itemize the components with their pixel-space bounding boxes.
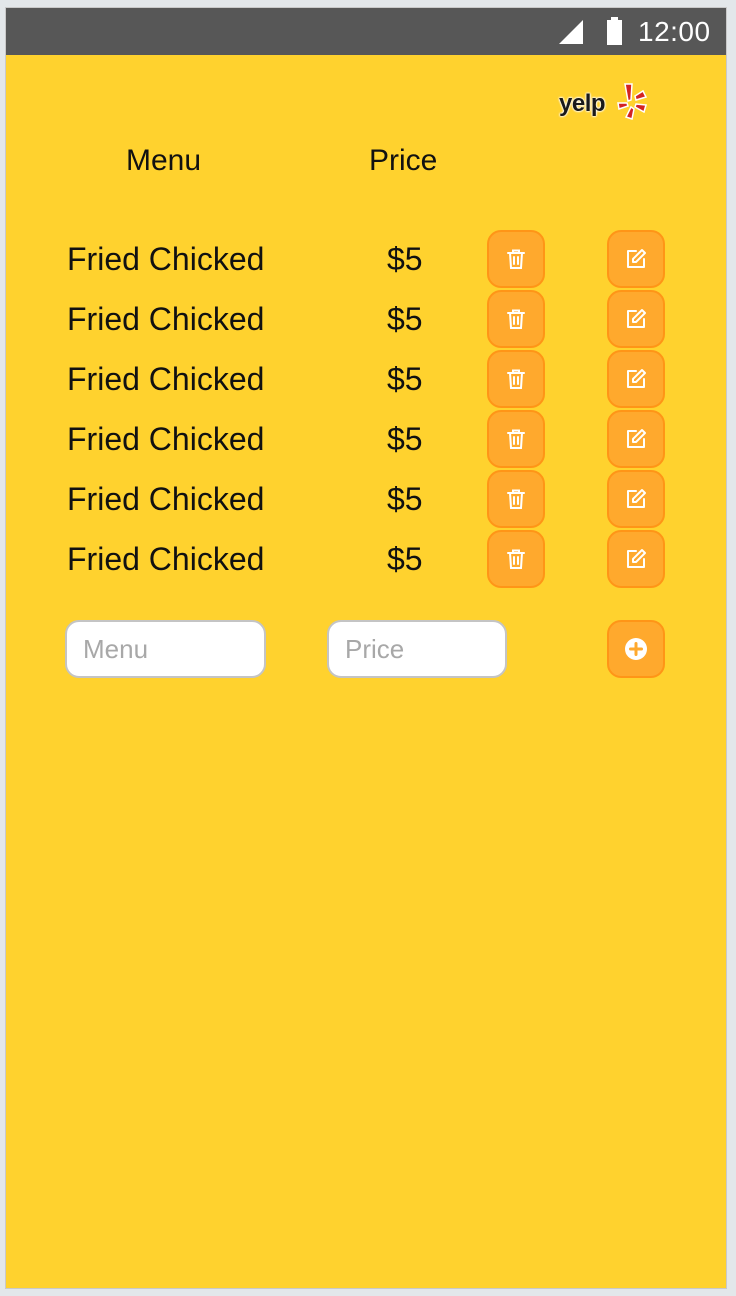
menu-name-input[interactable] <box>65 620 266 678</box>
menu-item-price: $5 <box>387 421 423 457</box>
status-bar: 12:00 <box>6 8 726 55</box>
trash-icon <box>507 249 525 269</box>
edit-icon <box>627 309 646 328</box>
edit-icon <box>627 429 646 448</box>
trash-icon <box>507 369 525 389</box>
table-row: Fried Chicked $5 <box>6 529 726 589</box>
add-item-button[interactable] <box>607 620 665 678</box>
menu-column-header: Menu <box>126 144 202 177</box>
edit-button[interactable] <box>607 410 665 468</box>
edit-button[interactable] <box>607 530 665 588</box>
yelp-burst-icon <box>617 83 648 120</box>
delete-button[interactable] <box>487 290 545 348</box>
trash-icon <box>507 429 525 449</box>
table-row: Fried Chicked $5 <box>6 349 726 409</box>
app-screen: 12:00 yelp Menu Price Fried Chicked $5 F… <box>5 7 727 1289</box>
menu-item-name: Fried Chicked <box>67 541 265 577</box>
trash-icon <box>507 489 525 509</box>
menu-item-price: $5 <box>387 301 423 337</box>
table-row: Fried Chicked $5 <box>6 469 726 529</box>
edit-button[interactable] <box>607 230 665 288</box>
table-row: Fried Chicked $5 <box>6 229 726 289</box>
logo-text: yelp <box>559 90 606 117</box>
edit-icon <box>627 549 646 568</box>
edit-icon <box>627 489 646 508</box>
menu-item-name: Fried Chicked <box>67 481 265 517</box>
status-time: 12:00 <box>638 16 711 47</box>
edit-icon <box>627 249 646 268</box>
edit-button[interactable] <box>607 350 665 408</box>
edit-button[interactable] <box>607 470 665 528</box>
trash-icon <box>507 309 525 329</box>
trash-icon <box>507 549 525 569</box>
menu-item-price: $5 <box>387 541 423 577</box>
plus-circle-icon <box>625 638 647 660</box>
menu-item-price: $5 <box>387 241 423 277</box>
signal-icon <box>559 20 583 44</box>
menu-item-name: Fried Chicked <box>67 361 265 397</box>
delete-button[interactable] <box>487 530 545 588</box>
menu-item-name: Fried Chicked <box>67 241 265 277</box>
delete-button[interactable] <box>487 230 545 288</box>
delete-button[interactable] <box>487 350 545 408</box>
menu-item-name: Fried Chicked <box>67 421 265 457</box>
battery-icon <box>607 17 622 45</box>
edit-button[interactable] <box>607 290 665 348</box>
menu-item-name: Fried Chicked <box>67 301 265 337</box>
menu-item-price: $5 <box>387 361 423 397</box>
menu-item-price: $5 <box>387 481 423 517</box>
table-row: Fried Chicked $5 <box>6 289 726 349</box>
edit-icon <box>627 369 646 388</box>
price-column-header: Price <box>369 144 438 177</box>
price-input[interactable] <box>327 620 507 678</box>
yelp-logo: yelp <box>559 82 649 128</box>
delete-button[interactable] <box>487 410 545 468</box>
delete-button[interactable] <box>487 470 545 528</box>
table-row: Fried Chicked $5 <box>6 409 726 469</box>
